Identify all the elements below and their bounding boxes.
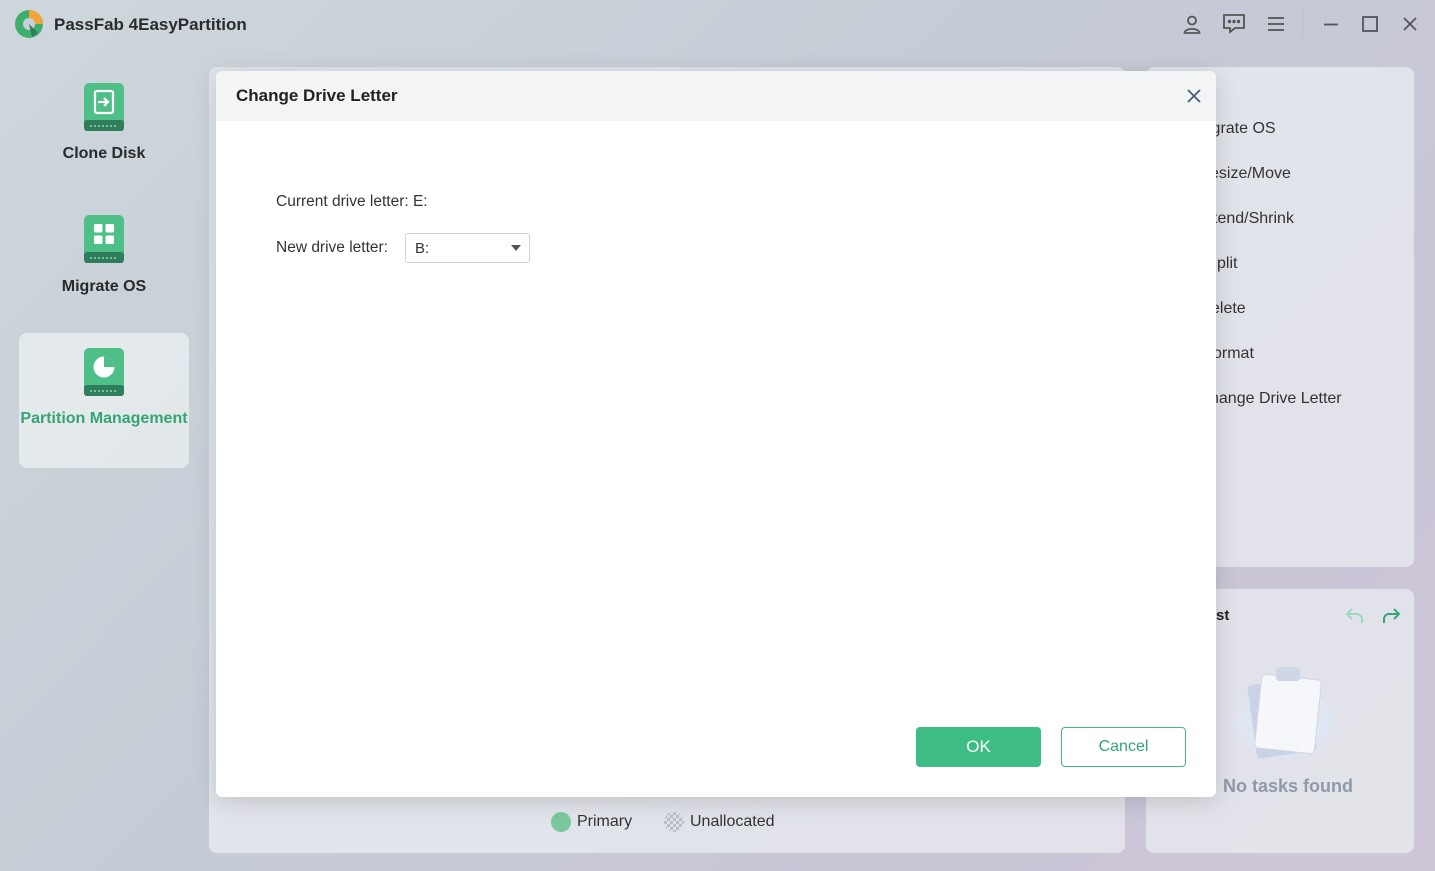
menu-item-split[interactable]: plit xyxy=(1217,255,1237,273)
clone-disk-icon xyxy=(84,83,124,131)
sidebar-item-clone-disk[interactable]: Clone Disk xyxy=(19,75,189,185)
unallocated-swatch-icon xyxy=(664,812,684,832)
legend-unallocated: Unallocated xyxy=(664,812,775,832)
menu-item-delete[interactable]: elete xyxy=(1211,300,1246,318)
sidebar-item-label: Migrate OS xyxy=(61,278,147,295)
task-list-title: st xyxy=(1216,607,1230,624)
new-drive-letter-label: New drive letter: xyxy=(276,239,388,256)
feedback-icon[interactable] xyxy=(1222,12,1246,36)
undo-icon[interactable] xyxy=(1344,605,1366,625)
title-bar: PassFab 4EasyPartition xyxy=(0,0,1435,50)
current-drive-letter: Current drive letter: E: xyxy=(276,193,428,210)
menu-icon[interactable] xyxy=(1264,12,1288,36)
legend-primary-label: Primary xyxy=(577,813,633,830)
cancel-button[interactable]: Cancel xyxy=(1061,727,1186,767)
menu-item-resize-move[interactable]: esize/Move xyxy=(1210,165,1291,183)
close-icon[interactable] xyxy=(1184,86,1204,106)
legend-unallocated-label: Unallocated xyxy=(690,813,775,830)
sidebar-item-label: Partition Management xyxy=(20,410,188,427)
title-bar-divider xyxy=(1302,8,1303,38)
migrate-os-icon xyxy=(84,215,124,263)
selected-value: B: xyxy=(415,240,430,257)
clipboard-icon xyxy=(1235,667,1335,759)
app-title: PassFab 4EasyPartition xyxy=(54,15,247,34)
menu-item-extend-shrink[interactable]: tend/Shrink xyxy=(1213,210,1294,228)
maximize-icon[interactable] xyxy=(1358,12,1382,36)
minimize-icon[interactable] xyxy=(1319,12,1343,36)
sidebar-item-migrate-os[interactable]: Migrate OS xyxy=(19,207,189,317)
redo-icon[interactable] xyxy=(1380,605,1402,625)
ok-button[interactable]: OK xyxy=(916,727,1041,767)
dialog-header: Change Drive Letter xyxy=(216,71,1216,121)
partition-management-icon xyxy=(84,348,124,396)
dialog-title: Change Drive Letter xyxy=(236,86,398,105)
sidebar-item-label: Clone Disk xyxy=(62,145,146,162)
app-logo-icon xyxy=(15,10,43,38)
menu-item-migrate-os[interactable]: igrate OS xyxy=(1208,120,1276,138)
chevron-down-icon xyxy=(511,245,521,251)
account-icon[interactable] xyxy=(1180,12,1204,36)
menu-item-format[interactable]: ormat xyxy=(1213,345,1254,363)
close-app-icon[interactable] xyxy=(1398,12,1422,36)
change-drive-letter-dialog: Change Drive Letter Current drive letter… xyxy=(216,71,1216,797)
legend-primary: Primary xyxy=(551,812,632,832)
new-drive-letter-select[interactable]: B: xyxy=(405,233,530,263)
menu-item-change-drive-letter[interactable]: hange Drive Letter xyxy=(1210,390,1342,408)
primary-swatch-icon xyxy=(551,812,571,832)
sidebar-item-partition-management[interactable]: Partition Management xyxy=(19,333,189,468)
